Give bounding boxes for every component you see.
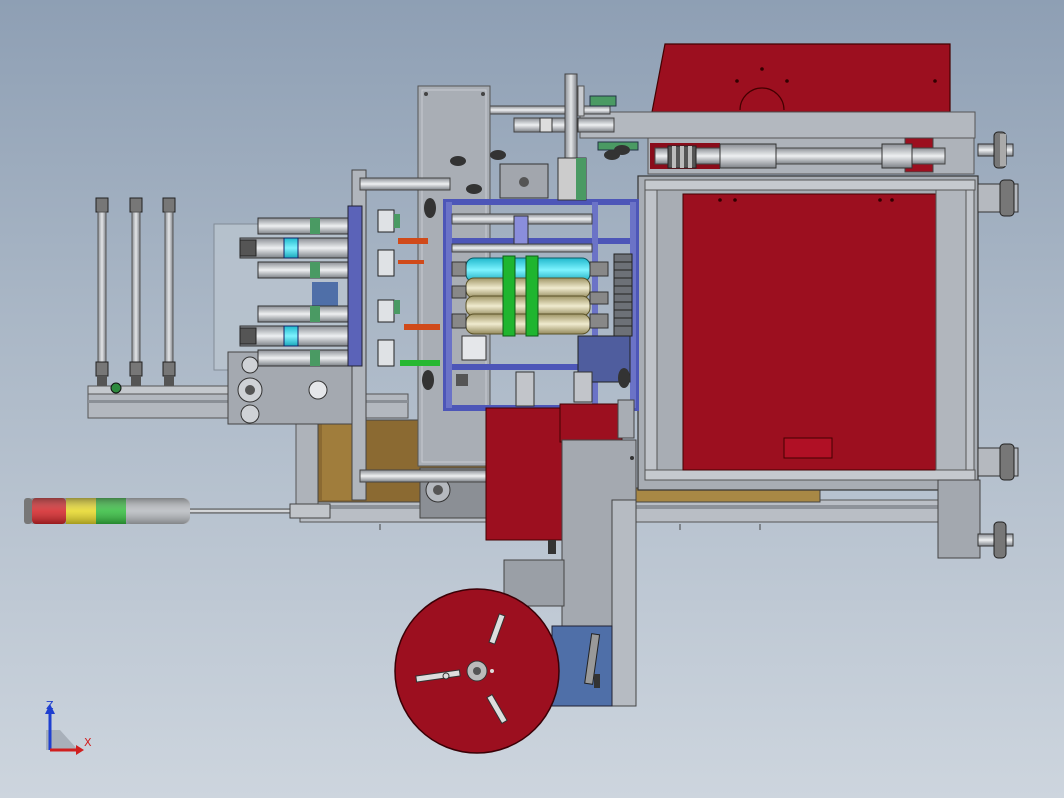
label-reel[interactable] [394,588,560,754]
top-housing[interactable] [651,43,951,113]
upper-shaft[interactable] [654,143,946,169]
z-axis-label: Z [46,699,54,712]
x-axis-label: X [84,736,92,749]
signal-tower[interactable] [24,498,331,524]
machine-model[interactable]: Z X [0,0,1064,798]
vertical-rods[interactable] [95,197,176,388]
coordinate-triad: Z X [45,699,92,755]
cad-viewport[interactable]: Z X [0,0,1064,798]
leveling-feet[interactable] [977,131,1019,559]
